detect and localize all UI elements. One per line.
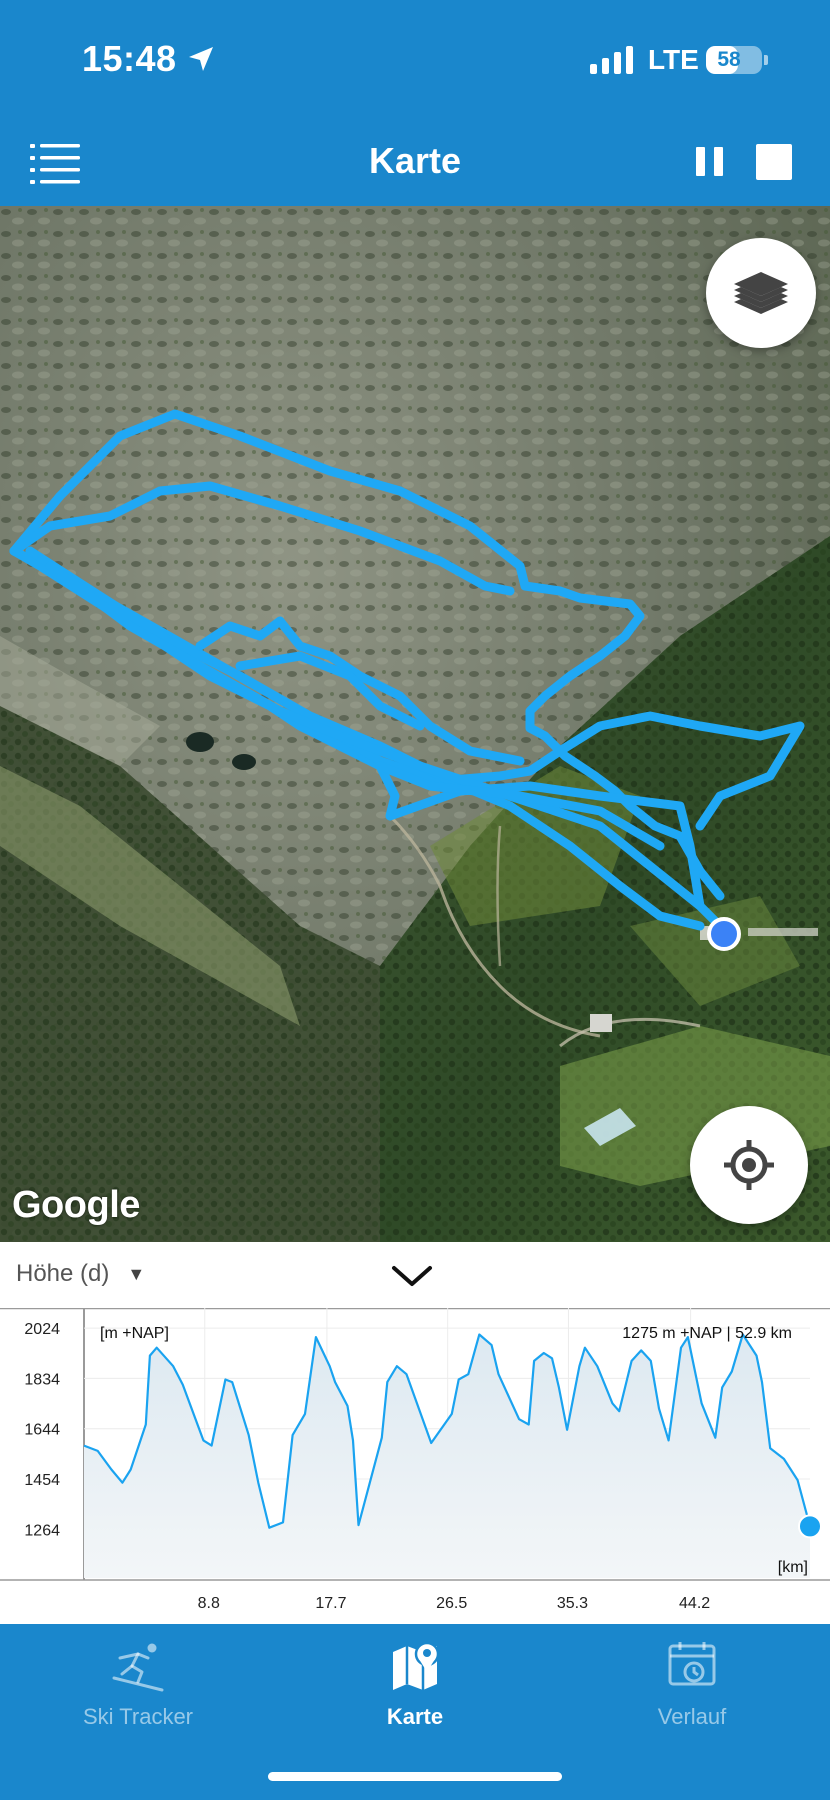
tab-label: Ski Tracker <box>82 1704 194 1729</box>
cellular-signal-icon <box>590 46 633 74</box>
chevron-down-icon <box>392 1266 432 1286</box>
stop-button[interactable] <box>754 142 796 184</box>
y-tick-label: 1454 <box>24 1472 60 1489</box>
status-time: 15:48 <box>82 38 177 79</box>
collapse-chart-button[interactable] <box>390 1260 434 1290</box>
building <box>590 1014 612 1032</box>
map-layers-button[interactable] <box>706 238 816 348</box>
home-indicator <box>268 1772 562 1781</box>
tab-karte[interactable]: Karte <box>277 1638 553 1738</box>
battery-level: 58 <box>717 48 741 71</box>
elevation-readout: 1275 m +NAP | 52.9 km <box>622 1325 792 1342</box>
y-tick-label: 1834 <box>24 1371 60 1388</box>
elevation-area <box>84 1334 810 1578</box>
tab-label: Verlauf <box>657 1704 727 1729</box>
y-axis-label: [m +NAP] <box>100 1325 169 1342</box>
pause-button[interactable] <box>692 142 728 184</box>
elevation-chart-svg[interactable]: 2024 1834 1644 1454 1264 8.8 17.7 26.5 35.3 44.2 [… <box>0 1308 830 1624</box>
y-tick-label: 1644 <box>24 1422 60 1439</box>
x-tick-label: 17.7 <box>315 1595 346 1612</box>
y-tick-label: 1264 <box>24 1522 60 1539</box>
locate-me-button[interactable] <box>690 1106 808 1224</box>
y-tick-label: 2024 <box>24 1321 60 1338</box>
crosshair-locate-icon <box>724 1140 774 1190</box>
network-type: LTE <box>648 44 699 75</box>
map-attribution: Google <box>12 1184 140 1226</box>
pause-icon <box>696 147 705 176</box>
map-view[interactable]: Google <box>0 206 830 1242</box>
satellite-map[interactable] <box>0 206 830 1242</box>
chart-panel-header: Höhe (d) ▼ <box>0 1242 830 1308</box>
tab-ski-tracker[interactable]: Ski Tracker <box>0 1638 276 1738</box>
calendar-history-icon <box>668 1642 716 1686</box>
x-axis-label: [km] <box>778 1559 808 1576</box>
skier-icon <box>112 1643 164 1692</box>
current-point-marker <box>798 1514 822 1539</box>
stop-icon <box>756 144 792 180</box>
dropdown-arrow-icon: ▼ <box>127 1263 146 1284</box>
metric-label: Höhe (d) <box>16 1260 110 1287</box>
map-pin-icon <box>393 1641 440 1690</box>
battery-icon: 58 <box>706 46 762 74</box>
battery-tip <box>764 55 768 65</box>
status-bar: 15:48 LTE 58 <box>0 0 830 120</box>
x-tick-label: 8.8 <box>198 1595 220 1612</box>
location-arrow-icon <box>189 47 213 71</box>
x-tick-label: 35.3 <box>557 1595 588 1612</box>
x-tick-label: 26.5 <box>436 1595 467 1612</box>
app-header: Karte <box>0 120 830 206</box>
metric-dropdown[interactable]: Höhe (d) ▼ <box>16 1260 145 1288</box>
x-tick-label: 44.2 <box>679 1595 710 1612</box>
elevation-chart[interactable]: 2024 1834 1644 1454 1264 8.8 17.7 26.5 35.3 44.2 [… <box>0 1308 830 1624</box>
tab-verlauf[interactable]: Verlauf <box>554 1638 830 1738</box>
current-position-marker <box>707 917 741 951</box>
layers-icon <box>734 272 788 314</box>
tab-label: Karte <box>386 1704 444 1729</box>
